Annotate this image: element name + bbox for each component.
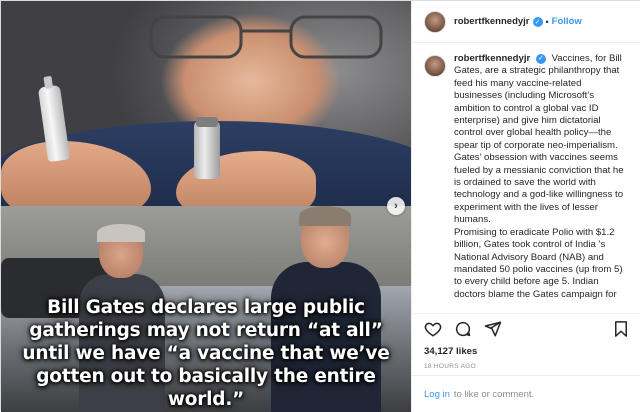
photo-glasses [149,15,383,59]
share-icon[interactable] [484,320,502,338]
heart-icon[interactable] [424,320,442,338]
instagram-post: Bill Gates declares large public gatheri… [0,0,640,412]
caption-paragraph-2: Gates’ obsession with vaccines seems fue… [454,152,624,226]
caption-paragraph-1: Vaccines, for Bill Gates, are a strategi… [454,53,622,151]
likes-count[interactable]: 34,127 likes [424,346,630,357]
comment-icon[interactable] [454,320,472,338]
photo-gates-vials [1,1,411,206]
action-icon-row [424,314,630,344]
bookmark-icon[interactable] [612,320,630,338]
avatar[interactable] [424,55,446,77]
chevron-right-icon: › [394,200,398,212]
photo-vial-bottle [194,117,220,179]
post-timestamp[interactable]: 18 HOURS AGO [424,363,630,370]
caption-paragraph-3: Promising to eradicate Polio with $1.2 b… [454,226,623,300]
media-overlay-text: Bill Gates declares large public gatheri… [22,297,390,410]
header-username[interactable]: robertfkennedyjr [454,16,530,27]
caption-username[interactable]: robertfkennedyjr [454,53,530,64]
comments-area[interactable]: robertfkennedyjr ✓ Vaccines, for Bill Ga… [412,43,640,313]
caption-body: robertfkennedyjr ✓ Vaccines, for Bill Ga… [454,53,630,301]
verified-badge-icon: ✓ [532,16,543,27]
login-link[interactable]: Log in [424,389,450,400]
post-media[interactable]: Bill Gates declares large public gatheri… [1,1,411,412]
carousel-next-button[interactable]: › [387,197,405,215]
verified-badge-icon: ✓ [535,54,546,65]
post-header: robertfkennedyjr ✓ • Follow [412,1,640,43]
login-prompt-text: to like or comment. [453,388,535,400]
post-side-panel: robertfkennedyjr ✓ • Follow robertfkenne… [411,1,640,412]
follow-button[interactable]: Follow [552,16,582,27]
caption-comment: robertfkennedyjr ✓ Vaccines, for Bill Ga… [424,53,630,301]
dot-separator: • [545,16,549,27]
login-bar: Log in to like or comment. [412,375,640,412]
avatar[interactable] [424,10,446,33]
